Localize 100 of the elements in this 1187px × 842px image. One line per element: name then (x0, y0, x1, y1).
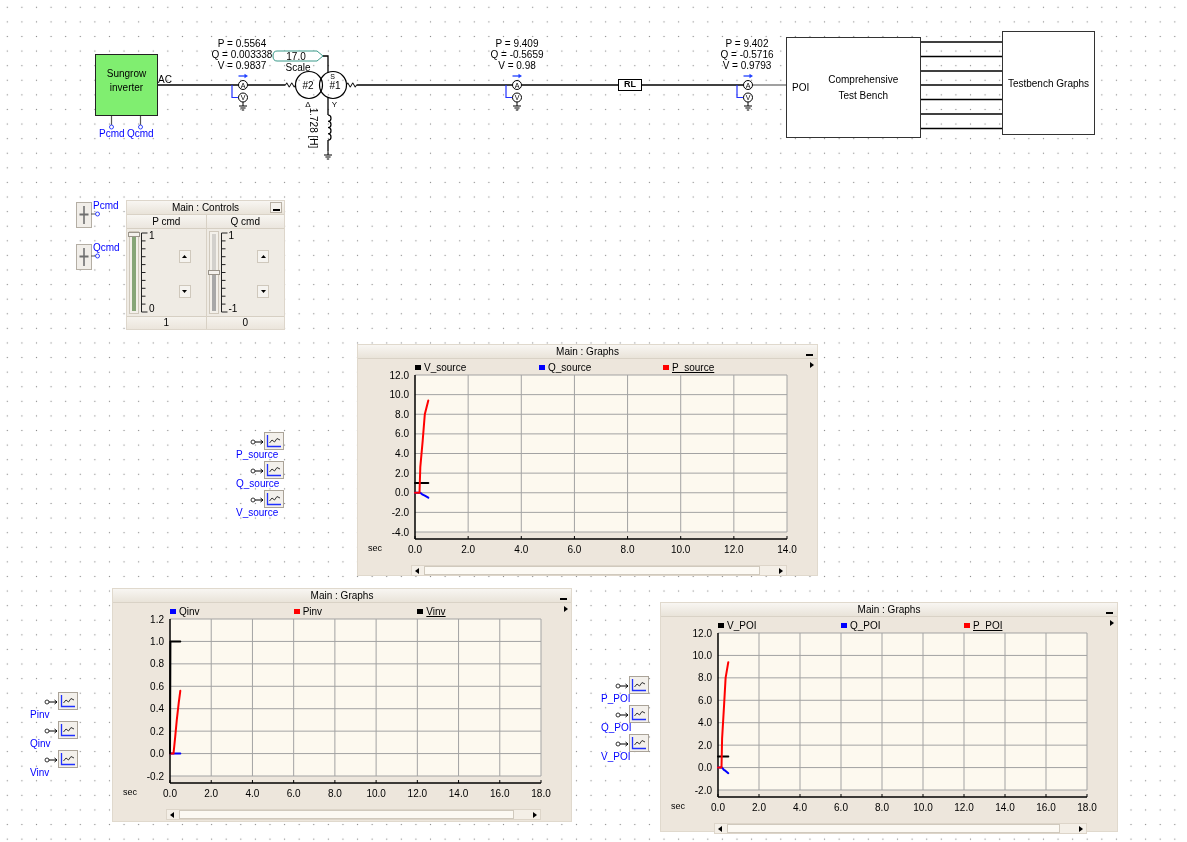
tick-label: 14.0 (995, 802, 1015, 813)
wire (322, 55, 329, 74)
legend-label[interactable]: P_POI (973, 619, 1003, 631)
tick-label: 18.0 (531, 788, 551, 799)
scrollbar-thumb[interactable] (727, 824, 1060, 833)
left-arrow-icon[interactable] (718, 825, 722, 832)
slider-icon (76, 244, 92, 270)
tick-label: 12.0 (692, 627, 712, 639)
tick-label: 4.0 (698, 717, 712, 729)
wire (246, 84, 287, 86)
scale-label: 1 (149, 231, 155, 241)
port-pin-icon (138, 115, 143, 130)
panel-title: Main : Graphs (310, 589, 374, 602)
tick-label: 0.4 (150, 703, 164, 715)
right-arrow-icon[interactable] (779, 567, 783, 574)
step-down-button[interactable] (178, 285, 191, 298)
inductor-icon (327, 114, 332, 141)
right-arrow-icon (1110, 620, 1114, 626)
step-down-button[interactable] (257, 285, 269, 298)
signal-label: Pcmd (93, 201, 119, 211)
slider-track[interactable] (208, 231, 219, 314)
scrollbar-thumb[interactable] (179, 810, 514, 819)
tick-label: 4.0 (793, 802, 807, 813)
tick-scale-icon (141, 231, 148, 314)
down-arrow-icon (260, 290, 266, 293)
tick-label: 0.0 (698, 762, 712, 774)
legend-label[interactable]: Qinv (179, 605, 200, 617)
arrow-icon (511, 73, 522, 79)
meter-reading: V = 0.9837 (217, 60, 267, 71)
legend-label[interactable]: V_source (424, 361, 467, 373)
tick-label: 6.0 (395, 428, 409, 440)
scale-label: -1 (228, 304, 238, 314)
horizontal-scrollbar[interactable] (714, 823, 1087, 834)
right-arrow-icon (564, 606, 568, 612)
meter-reading: Q = -0.5659 (490, 49, 544, 60)
legend-label[interactable]: Q_source (548, 361, 592, 373)
left-arrow-icon[interactable] (170, 811, 174, 818)
signal-label: Qcmd (93, 243, 120, 253)
signal-label: V_POI (601, 752, 631, 762)
panel-title: Main : Controls (171, 201, 240, 214)
tick-label: 0.0 (150, 748, 164, 760)
step-up-button[interactable] (178, 250, 191, 263)
panel-title: Main : Graphs (857, 603, 921, 616)
meter-reading: P = 9.409 (495, 38, 539, 49)
horizontal-scrollbar[interactable] (166, 809, 541, 820)
horizontal-scrollbar[interactable] (411, 565, 787, 576)
signal-label: Vinv (30, 768, 50, 778)
tick-label: 10.0 (366, 788, 386, 799)
tick-label: 0.0 (395, 487, 409, 499)
step-up-button[interactable] (257, 250, 269, 263)
tick-label: 14.0 (448, 788, 469, 799)
tick-label: -2.0 (694, 784, 712, 796)
meter-reading: P = 9.402 (725, 38, 769, 49)
wire (751, 84, 787, 86)
tick-scale-icon (220, 231, 228, 314)
slider-thumb[interactable] (207, 270, 220, 275)
legend-label[interactable]: Vinv (426, 605, 446, 617)
signal-label: P_source (236, 450, 279, 460)
scrollbar-thumb[interactable] (424, 566, 760, 575)
tick-label: 8.0 (395, 408, 409, 420)
left-arrow-icon[interactable] (415, 567, 419, 574)
legend-label[interactable]: V_POI (727, 619, 757, 631)
meter-reading: V = 0.98 (498, 60, 536, 71)
right-arrow-icon[interactable] (533, 811, 537, 818)
tick-label: 0.2 (150, 725, 164, 737)
meter-reading: Q = -0.5716 (720, 49, 774, 60)
graph-probe-icon (44, 721, 78, 739)
meter-reading: V = 0.9793 (722, 60, 772, 71)
tick-label: 14.0 (777, 544, 797, 555)
meter-reading: P = 0.5564 (217, 38, 267, 49)
tick-label: -0.2 (146, 770, 164, 782)
graphs-block: Testbench Graphs (1002, 31, 1095, 135)
port-label: POI (792, 82, 810, 93)
legend-label[interactable]: Q_POI (850, 619, 881, 631)
signal-label: Q_source (236, 479, 280, 489)
tick-label: 12.0 (407, 788, 428, 799)
tick-label: 12.0 (724, 544, 744, 555)
legend-label[interactable]: P_source (672, 361, 715, 373)
value-tag: 17.0 (272, 50, 324, 62)
graph-probe-icon (250, 490, 284, 508)
inverter-block: Sungrow inverter (95, 54, 158, 116)
tick-label: 16.0 (1036, 802, 1056, 813)
graph-probe-icon (44, 692, 78, 710)
minimize-icon (559, 598, 567, 600)
axis-label: sec (671, 801, 685, 811)
tick-label: 4.0 (245, 788, 260, 799)
column-header: Q cmd (206, 215, 284, 229)
signal-label: Qinv (30, 739, 51, 749)
value-readout: 0 (206, 316, 284, 329)
slider-thumb[interactable] (128, 232, 140, 237)
legend-label[interactable]: Pinv (302, 605, 323, 617)
port-pin-icon (109, 115, 114, 130)
column-header: P cmd (127, 215, 206, 229)
tick-label: 4.0 (514, 544, 529, 555)
scale-label: 1 (228, 231, 236, 241)
tick-label: -4.0 (391, 526, 409, 538)
zigzag-icon (285, 82, 296, 88)
right-arrow-icon[interactable] (1079, 825, 1083, 832)
minimize-button[interactable] (270, 202, 282, 213)
right-arrow-icon (810, 362, 814, 368)
